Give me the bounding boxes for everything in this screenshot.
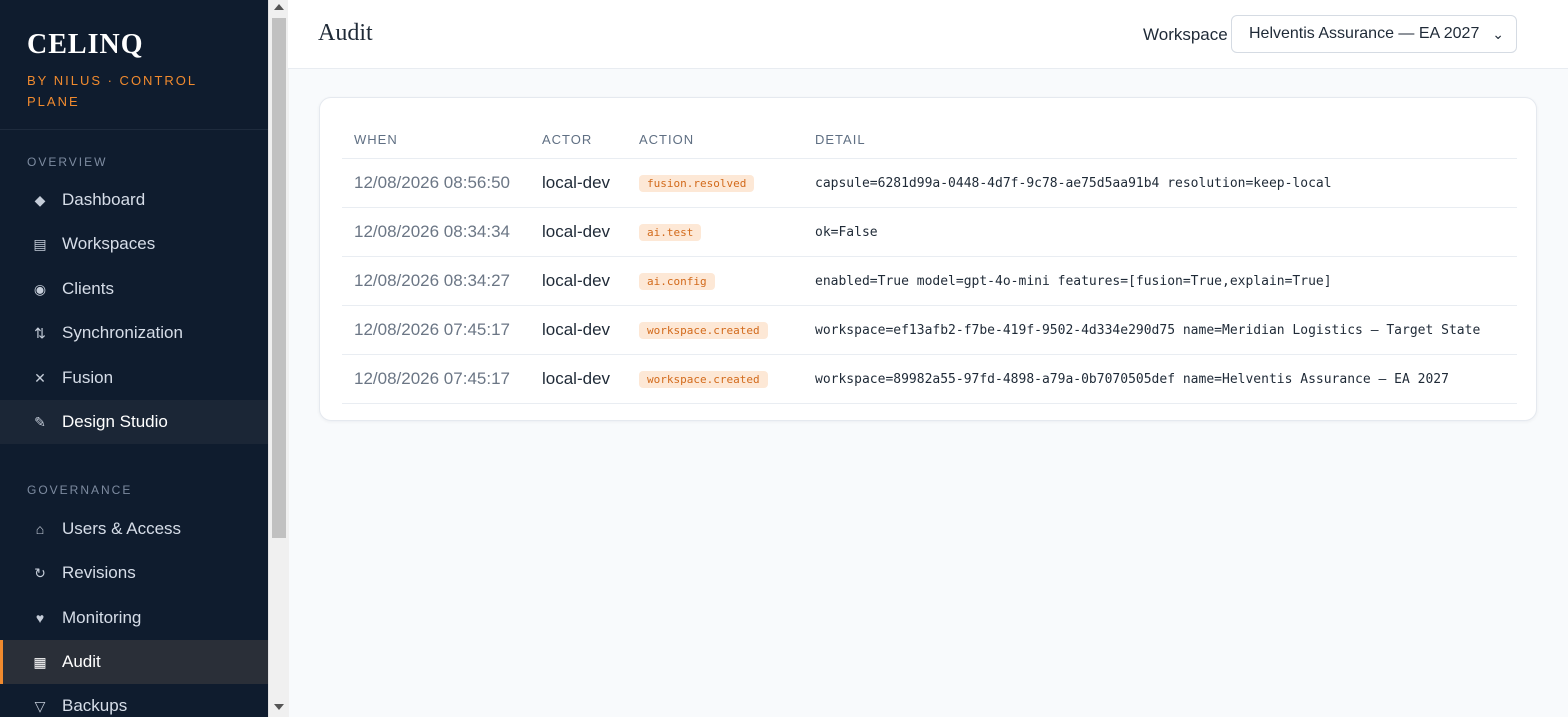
- table-row: 12/08/2026 08:56:50 local-dev fusion.res…: [342, 158, 1517, 208]
- sidebar-item-design-studio[interactable]: ✎ Design Studio: [0, 400, 268, 444]
- column-header-when: WHEN: [342, 120, 530, 159]
- grid-icon: ▦: [33, 653, 47, 670]
- pencil-icon: ✎: [34, 413, 46, 430]
- table-row: 12/08/2026 07:45:17 local-dev workspace.…: [342, 305, 1517, 355]
- scrollbar-thumb[interactable]: [272, 18, 286, 538]
- cell-when: 12/08/2026 08:56:50: [342, 158, 530, 208]
- column-header-actor: ACTOR: [530, 120, 627, 159]
- sidebar: CELINQ BY NILUS · CONTROL PLANE OVERVIEW…: [0, 0, 268, 717]
- scroll-down-arrow-icon[interactable]: [274, 704, 284, 710]
- heart-icon: ♥: [35, 610, 45, 626]
- action-badge: ai.test: [639, 224, 702, 241]
- cell-when: 12/08/2026 08:34:27: [342, 256, 530, 306]
- cell-actor: local-dev: [530, 354, 627, 404]
- cell-actor: local-dev: [530, 158, 627, 208]
- list-icon: ▤: [33, 235, 47, 252]
- sidebar-item-dashboard[interactable]: ◆ Dashboard: [0, 178, 268, 222]
- radio-icon: ◉: [33, 280, 47, 297]
- cell-detail: ok=False: [803, 207, 1517, 257]
- cell-actor: local-dev: [530, 305, 627, 355]
- cell-actor: local-dev: [530, 256, 627, 306]
- sidebar-item-audit[interactable]: ▦ Audit: [0, 640, 268, 684]
- table-row: 12/08/2026 07:45:17 local-dev workspace.…: [342, 354, 1517, 404]
- cell-detail: workspace=ef13afb2-f7be-419f-9502-4d334e…: [803, 305, 1517, 355]
- action-badge: workspace.created: [639, 371, 768, 388]
- audit-table: WHEN ACTOR ACTION DETAIL 12/08/2026 08:5…: [342, 120, 1517, 404]
- cell-when: 12/08/2026 07:45:17: [342, 354, 530, 404]
- action-badge: ai.config: [639, 273, 715, 290]
- column-header-action: ACTION: [627, 120, 803, 159]
- sidebar-item-label: Synchronization: [62, 323, 183, 342]
- audit-card: WHEN ACTOR ACTION DETAIL 12/08/2026 08:5…: [319, 97, 1537, 421]
- sidebar-item-clients[interactable]: ◉ Clients: [0, 267, 268, 311]
- diamond-icon: ◆: [34, 191, 46, 208]
- cell-when: 12/08/2026 07:45:17: [342, 305, 530, 355]
- cell-action: workspace.created: [627, 354, 803, 404]
- cell-action: workspace.created: [627, 305, 803, 355]
- cell-action: fusion.resolved: [627, 158, 803, 208]
- brand-subtitle: BY NILUS · CONTROL PLANE: [27, 73, 197, 109]
- sidebar-item-synchronization[interactable]: ⇅ Synchronization: [0, 311, 268, 355]
- sync-arrows-icon: ⇅: [34, 324, 46, 341]
- table-row: 12/08/2026 08:34:27 local-dev ai.config …: [342, 256, 1517, 306]
- sidebar-item-label: Design Studio: [62, 412, 168, 431]
- sidebar-item-label: Clients: [62, 279, 114, 298]
- table-header-row: WHEN ACTOR ACTION DETAIL: [342, 120, 1517, 159]
- sidebar-item-label: Backups: [62, 696, 128, 715]
- sidebar-scrollbar[interactable]: [268, 0, 289, 717]
- sidebar-item-label: Fusion: [62, 368, 114, 387]
- cell-action: ai.test: [627, 207, 803, 257]
- sidebar-item-label: Revisions: [62, 563, 136, 582]
- action-badge: fusion.resolved: [639, 175, 755, 192]
- sidebar-item-users-access[interactable]: ⌂ Users & Access: [0, 507, 268, 551]
- page-title: Audit: [318, 20, 373, 46]
- cross-icon: ✕: [34, 369, 46, 386]
- column-header-detail: DETAIL: [803, 120, 1517, 159]
- workspace-label: Workspace: [1143, 25, 1228, 44]
- sidebar-item-monitoring[interactable]: ♥ Monitoring: [0, 596, 268, 640]
- sidebar-item-label: Monitoring: [62, 608, 142, 627]
- sidebar-item-workspaces[interactable]: ▤ Workspaces: [0, 222, 268, 266]
- table-row: 12/08/2026 08:34:34 local-dev ai.test ok…: [342, 207, 1517, 257]
- sidebar-item-revisions[interactable]: ↻ Revisions: [0, 551, 268, 595]
- cell-detail: enabled=True model=gpt-4o-mini features=…: [803, 256, 1517, 306]
- page-header: Audit Workspace Helventis Assurance — EA…: [288, 0, 1568, 69]
- scroll-up-arrow-icon[interactable]: [274, 4, 284, 10]
- sidebar-item-label: Audit: [62, 652, 101, 671]
- workspace-select-value: Helventis Assurance — EA 2027: [1249, 25, 1480, 42]
- action-badge: workspace.created: [639, 322, 768, 339]
- cell-actor: local-dev: [530, 207, 627, 257]
- sidebar-item-label: Workspaces: [62, 234, 156, 253]
- triangle-down-icon: ▽: [34, 697, 46, 714]
- sidebar-item-label: Dashboard: [62, 190, 146, 209]
- sidebar-item-fusion[interactable]: ✕ Fusion: [0, 356, 268, 400]
- cell-when: 12/08/2026 08:34:34: [342, 207, 530, 257]
- brand-title: CELINQ: [27, 29, 144, 60]
- refresh-icon: ↻: [34, 564, 46, 581]
- cell-action: ai.config: [627, 256, 803, 306]
- sidebar-item-backups[interactable]: ▽ Backups: [0, 684, 268, 717]
- home-icon: ⌂: [35, 521, 45, 537]
- sidebar-item-label: Users & Access: [62, 519, 182, 538]
- section-label-governance: GOVERNANCE: [27, 483, 133, 497]
- cell-detail: capsule=6281d99a-0448-4d7f-9c78-ae75d5aa…: [803, 158, 1517, 208]
- cell-detail: workspace=89982a55-97fd-4898-a79a-0b7070…: [803, 354, 1517, 404]
- section-label-overview: OVERVIEW: [27, 155, 108, 169]
- chevron-down-icon: ⌄: [1492, 25, 1504, 42]
- workspace-select[interactable]: Helventis Assurance — EA 2027 ⌄: [1231, 15, 1517, 53]
- brand: CELINQ BY NILUS · CONTROL PLANE: [0, 0, 268, 130]
